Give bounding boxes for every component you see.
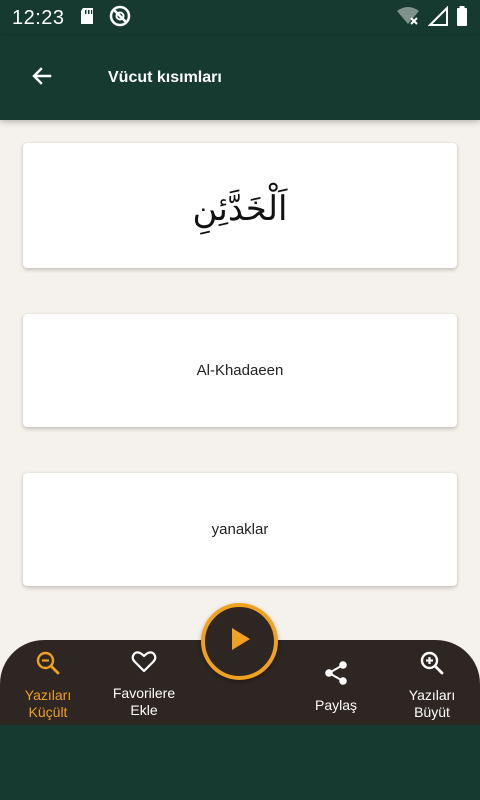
arrow-back-icon xyxy=(32,66,52,91)
enlarge-text-label: Yazıları Büyüt xyxy=(408,687,456,720)
shrink-text-button[interactable]: Yazıları Küçült xyxy=(0,650,96,721)
share-button[interactable]: Paylaş xyxy=(288,660,384,714)
status-time: 12:23 xyxy=(12,6,65,29)
meaning-card: yanaklar xyxy=(23,473,457,586)
bottom-area xyxy=(0,725,480,800)
shrink-text-label: Yazıları Küçült xyxy=(24,687,72,720)
meaning-text: yanaklar xyxy=(211,521,269,538)
wifi-off-icon xyxy=(396,6,420,31)
back-button[interactable] xyxy=(18,54,66,102)
share-label: Paylaş xyxy=(314,697,358,713)
add-favorite-label: Favorilere Ekle xyxy=(112,685,176,718)
no-disturb-icon xyxy=(109,5,131,32)
status-left: 12:23 xyxy=(12,5,131,32)
sd-card-icon xyxy=(79,7,95,30)
zoom-out-icon xyxy=(35,650,61,681)
zoom-in-icon xyxy=(419,650,445,681)
add-favorite-button[interactable]: Favorilere Ekle xyxy=(96,650,192,719)
status-right xyxy=(396,5,468,31)
transliteration-card: Al-Khadaeen xyxy=(23,314,457,427)
page-title: Vücut kısımları xyxy=(108,69,222,86)
arabic-word: اَلْخَدَّئِنِ xyxy=(192,188,288,229)
status-bar: 12:23 xyxy=(0,0,480,36)
arabic-card: اَلْخَدَّئِنِ xyxy=(23,143,457,268)
enlarge-text-button[interactable]: Yazıları Büyüt xyxy=(384,650,480,721)
play-icon xyxy=(228,626,252,657)
app-bar: Vücut kısımları xyxy=(0,36,480,120)
transliteration-text: Al-Khadaeen xyxy=(196,362,284,379)
signal-icon xyxy=(427,5,448,31)
share-icon xyxy=(323,660,349,691)
battery-icon xyxy=(456,5,468,31)
play-button[interactable] xyxy=(201,603,278,680)
heart-icon xyxy=(131,650,157,679)
